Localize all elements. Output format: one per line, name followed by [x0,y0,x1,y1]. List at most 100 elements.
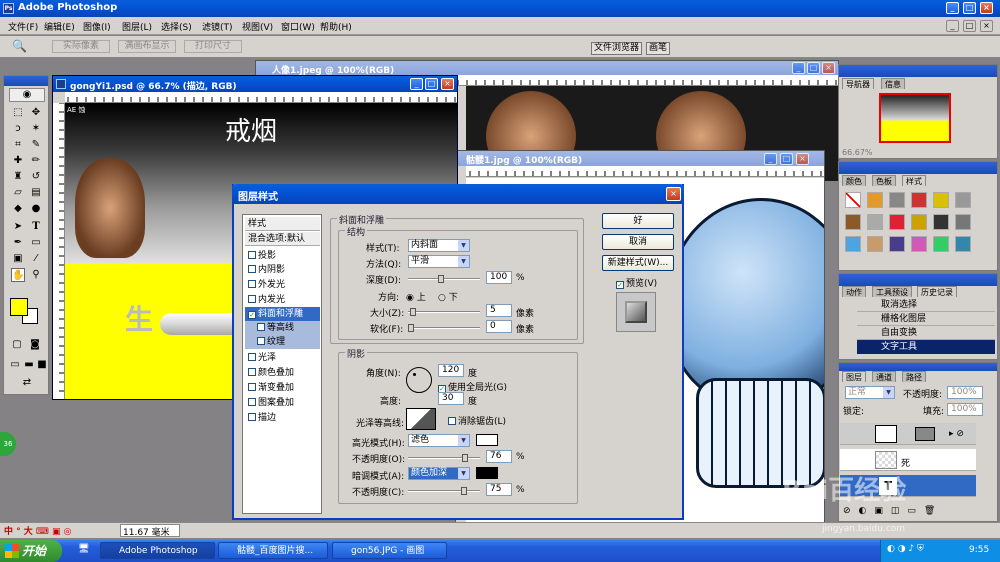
tab-history[interactable]: 历史记录 [917,286,957,297]
doc1-close-button[interactable]: × [441,78,454,90]
fit-screen-button[interactable]: 满画布显示 [118,40,176,53]
layer-opacity-input[interactable]: 100% [947,386,983,399]
highlight-opacity-slider[interactable] [408,454,480,462]
style-11[interactable] [933,214,949,230]
marquee-tool-icon[interactable]: ⬚ [11,106,25,120]
shadow-opacity-input[interactable]: 75 [486,483,512,496]
styles-header[interactable]: 样式 [245,217,320,231]
checkbox[interactable] [257,337,265,345]
style-13[interactable] [845,236,861,252]
style-2[interactable] [867,192,883,208]
taskbar-item-browser[interactable]: 骷髅_百度图片搜... [218,542,328,559]
tab-info[interactable]: 信息 [881,78,905,89]
checkbox[interactable] [248,265,256,273]
history-brush-icon[interactable]: ↺ [29,170,43,184]
style-15[interactable] [889,236,905,252]
doc1-maximize-button[interactable]: □ [425,78,438,90]
highlight-color-swatch[interactable] [476,434,498,446]
lasso-tool-icon[interactable]: ↄ [11,122,25,136]
actual-pixels-button[interactable]: 实际像素 [52,40,110,53]
menu-help[interactable]: 帮助(H) [320,20,352,33]
style-inner-shadow[interactable]: 内阴影 [245,263,320,277]
shape-tool-icon[interactable]: ▭ [29,236,43,250]
style-16[interactable] [911,236,927,252]
pen-tool-icon[interactable]: ✒ [11,236,25,250]
quicklaunch-icon[interactable]: 🖥 [78,544,89,554]
print-size-button[interactable]: 打印尺寸 [184,40,242,53]
style-14[interactable] [867,236,883,252]
brush-tool-icon[interactable]: ✏ [29,154,43,168]
hand-tool-icon[interactable]: ✋ [11,268,25,282]
style-bevel-emboss-selected[interactable]: ✓ 斜面和浮雕 [245,307,320,321]
tab-swatches[interactable]: 色板 [872,175,896,186]
shadow-color-swatch[interactable] [476,467,498,479]
zoom-tool-box-icon[interactable]: ⚲ [29,268,43,282]
ime-indicator[interactable]: 中 ° 大 ⌨ ▣ ◎ [4,524,72,537]
history-item-selected[interactable]: 文字工具 [857,340,995,354]
style-pattern-overlay[interactable]: 图案叠加 [245,396,320,410]
altitude-input[interactable]: 30 [438,392,464,405]
style-4[interactable] [911,192,927,208]
doc3-maximize-button[interactable]: □ [780,153,793,165]
shadow-mode-select[interactable]: 颜色加深 [408,467,470,480]
anti-alias-checkbox[interactable]: 消除锯齿(L) [448,414,506,427]
style-6[interactable] [955,192,971,208]
tab-layers[interactable]: 图层 [842,371,866,382]
checkbox-checked[interactable]: ✓ [248,311,256,319]
tab-color[interactable]: 颜色 [842,175,866,186]
slider-thumb[interactable] [410,308,416,316]
zoom-tool-icon[interactable]: 🔍 [12,39,27,53]
style-17[interactable] [933,236,949,252]
doc3-close-button[interactable]: × [796,153,809,165]
doc-restore-button[interactable]: □ [963,20,976,32]
soften-slider[interactable] [408,324,480,332]
quickmask-icon[interactable]: ▢ [10,338,24,352]
taskbar-item-photoshop[interactable]: Adobe Photoshop [100,542,215,559]
tab-channels[interactable]: 通道 [872,371,896,382]
slider-thumb[interactable] [462,454,468,462]
slider-thumb[interactable] [438,275,444,283]
style-18[interactable] [955,236,971,252]
doc3-minimize-button[interactable]: _ [764,153,777,165]
menu-filter[interactable]: 滤镜(T) [202,20,233,33]
eyedropper-icon[interactable]: ⁄ [29,252,43,266]
checkbox-checked[interactable]: ✓ [616,281,624,289]
path-select-icon[interactable]: ➤ [11,220,25,234]
cancel-button[interactable]: 取消 [602,234,674,250]
gradient-tool-icon[interactable]: ▤ [29,186,43,200]
dodge-tool-icon[interactable]: ● [29,202,43,216]
highlight-mode-select[interactable]: 滤色 [408,434,470,447]
screen-mode-icon[interactable]: ▭ [8,358,22,372]
doc-minimize-button[interactable]: _ [946,20,959,32]
close-button[interactable]: × [980,2,993,14]
minimize-button[interactable]: _ [946,2,959,14]
tab-paths[interactable]: 路径 [902,371,926,382]
menu-view[interactable]: 视图(V) [242,20,273,33]
slider-thumb[interactable] [461,487,467,495]
crop-tool-icon[interactable]: ⌗ [11,138,25,152]
jump-to-imageready-icon[interactable]: ⇄ [16,376,38,390]
foreground-color-swatch[interactable] [10,298,28,316]
method-select[interactable]: 平滑 [408,255,470,268]
slider-thumb[interactable] [408,324,414,332]
style-inner-glow[interactable]: 内发光 [245,293,320,307]
move-tool-icon[interactable]: ✥ [29,106,43,120]
highlight-opacity-input[interactable]: 76 [486,450,512,463]
menu-window[interactable]: 窗口(W) [281,20,315,33]
direction-down-radio[interactable]: ○ 下 [438,290,458,303]
style-satin[interactable]: 光泽 [245,351,320,365]
notes-tool-icon[interactable]: ▣ [11,252,25,266]
tab-tool-presets[interactable]: 工具预设 [872,286,912,297]
checkbox[interactable] [248,251,256,259]
tab-actions[interactable]: 动作 [842,286,866,297]
palette-tab-brushes[interactable]: 画笔 [646,42,671,55]
gloss-contour-picker[interactable] [406,408,436,430]
style-12[interactable] [955,214,971,230]
angle-dial[interactable] [406,367,432,393]
checkbox[interactable] [448,417,456,425]
menu-select[interactable]: 选择(S) [161,20,192,33]
style-10[interactable] [911,214,927,230]
stamp-tool-icon[interactable]: ♜ [11,170,25,184]
depth-input[interactable]: 100 [486,271,512,284]
style-9[interactable] [889,214,905,230]
